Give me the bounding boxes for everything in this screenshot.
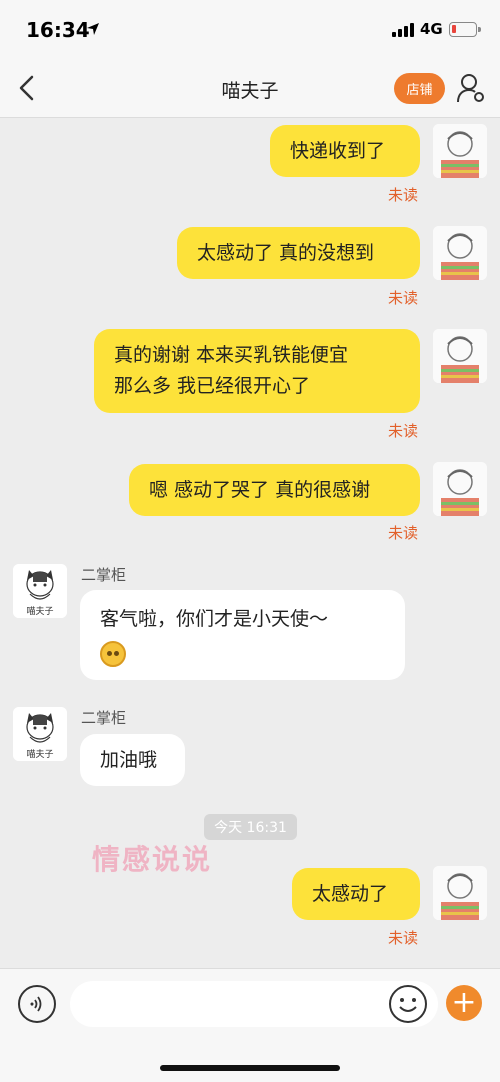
message-bubble-mine[interactable]: 太感动了: [292, 868, 420, 920]
shop-avatar-text: 喵夫子: [26, 748, 53, 760]
message-bubble-mine[interactable]: 太感动了 真的没想到: [177, 227, 420, 279]
avatar[interactable]: [433, 124, 487, 178]
message-text: 加油哦: [100, 748, 158, 771]
network-type: 4G: [420, 20, 443, 38]
moved-tears-emoji-icon: [100, 640, 126, 667]
location-arrow-icon: [87, 23, 99, 35]
unread-status: 未读: [388, 929, 419, 947]
shop-avatar[interactable]: 喵夫子: [13, 707, 67, 761]
message-text: 太感动了: [312, 882, 389, 905]
input-bar: +: [0, 968, 500, 1082]
message-bubble-mine[interactable]: 真的谢谢 本来买乳铁能便宜 那么多 我已经很开心了: [94, 329, 420, 413]
message-text-line: 那么多 我已经很开心了: [114, 375, 311, 397]
message-text-line: 真的谢谢 本来买乳铁能便宜: [114, 344, 349, 366]
plus-icon[interactable]: +: [446, 985, 482, 1021]
shop-avatar-text: 喵夫子: [26, 605, 53, 617]
unread-status: 未读: [388, 289, 419, 307]
unread-status: 未读: [388, 422, 419, 440]
battery-icon: [449, 22, 481, 37]
watermark: 情感说说: [92, 843, 213, 876]
message-text: 快递收到了: [290, 139, 386, 162]
avatar[interactable]: [433, 329, 487, 383]
avatar[interactable]: [433, 462, 487, 516]
sender-name: 二掌柜: [81, 566, 127, 584]
home-indicator: [160, 1065, 340, 1071]
message-text: 客气啦，你们才是小天使～: [100, 607, 329, 630]
shop-button[interactable]: 店铺: [394, 73, 445, 104]
emoji-icon[interactable]: [389, 985, 427, 1023]
shop-avatar[interactable]: 喵夫子: [13, 564, 67, 618]
person-settings-icon[interactable]: [456, 72, 486, 104]
unread-status: 未读: [388, 186, 419, 204]
message-bubble-theirs[interactable]: 客气啦，你们才是小天使～: [80, 590, 405, 680]
message-input[interactable]: [70, 981, 438, 1027]
message-bubble-mine[interactable]: 快递收到了: [270, 125, 420, 177]
status-time: 16:34: [26, 18, 90, 42]
time-divider: 今天 16:31: [204, 814, 297, 840]
unread-status: 未读: [388, 524, 419, 542]
message-text: 嗯 感动了哭了 真的很感谢: [149, 478, 371, 501]
avatar[interactable]: [433, 866, 487, 920]
voice-icon[interactable]: [18, 985, 56, 1023]
sender-name: 二掌柜: [81, 709, 127, 727]
message-bubble-mine[interactable]: 嗯 感动了哭了 真的很感谢: [129, 464, 420, 516]
message-text: 太感动了 真的没想到: [197, 241, 375, 264]
avatar[interactable]: [433, 226, 487, 280]
top-bar: 16:34 4G 喵夫子 店铺: [0, 0, 500, 118]
signal-icon: [392, 23, 414, 37]
message-bubble-theirs[interactable]: 加油哦: [80, 734, 185, 786]
